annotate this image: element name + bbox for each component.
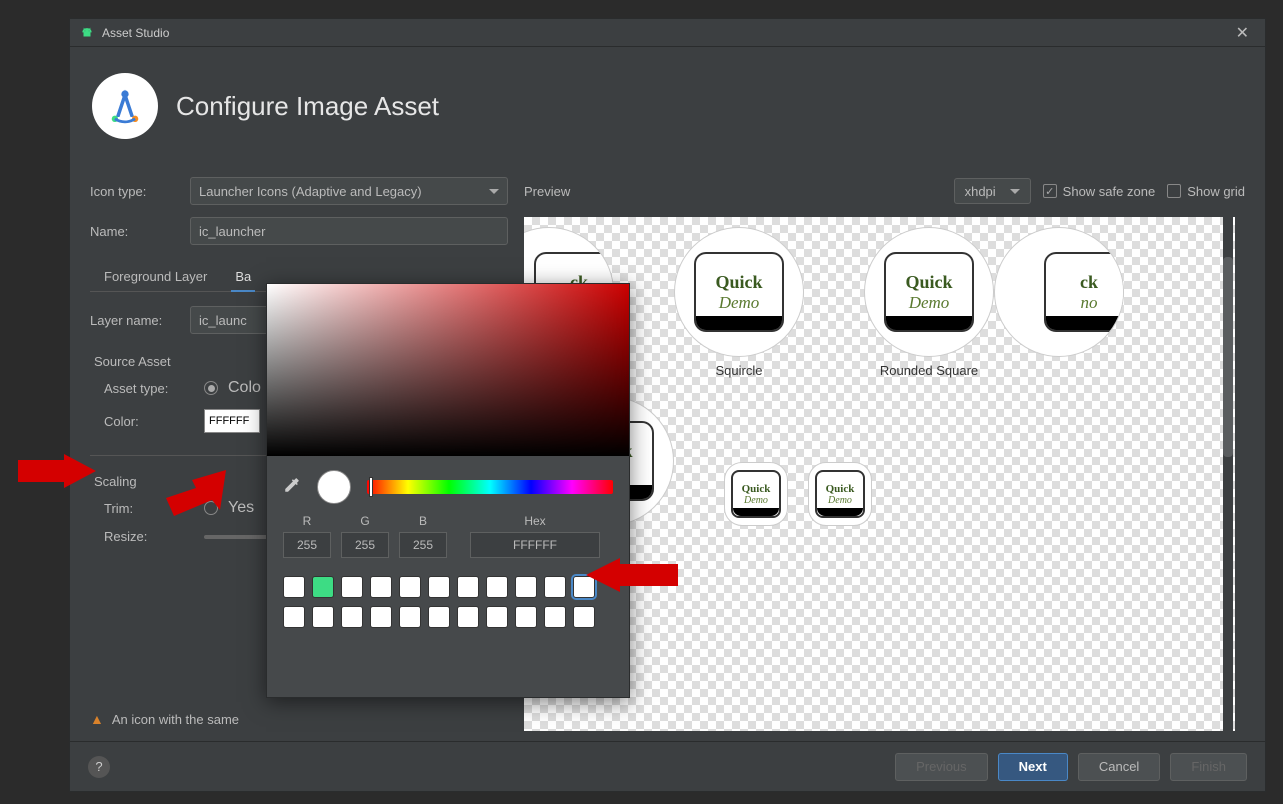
android-studio-logo-icon <box>103 84 147 128</box>
preview-item-squircle: QuickDemo Squircle <box>664 227 814 378</box>
eyedropper-icon[interactable] <box>283 476 301 499</box>
right-panel: Preview xhdpi Show safe zone Show grid <box>524 177 1245 731</box>
page-title: Configure Image Asset <box>176 91 439 122</box>
footer: ? Previous Next Cancel Finish <box>70 741 1265 791</box>
asset-type-label: Asset type: <box>104 381 204 396</box>
hue-slider[interactable] <box>367 480 613 494</box>
color-swatch[interactable] <box>515 576 537 598</box>
annotation-arrow <box>586 558 678 592</box>
asset-studio-dialog: Asset Studio ✕ Configure Image Asset Ico… <box>69 18 1266 792</box>
titlebar: Asset Studio ✕ <box>70 19 1265 47</box>
annotation-arrow <box>166 470 226 516</box>
color-swatch[interactable] <box>341 606 363 628</box>
show-grid-checkbox[interactable]: Show grid <box>1167 184 1245 199</box>
color-swatch[interactable] <box>515 606 537 628</box>
tab-foreground[interactable]: Foreground Layer <box>100 263 211 291</box>
window-title: Asset Studio <box>102 26 169 40</box>
color-swatch[interactable] <box>544 576 566 598</box>
hue-slider-thumb[interactable] <box>369 477 373 497</box>
icon-type-dropdown[interactable]: Launcher Icons (Adaptive and Legacy) <box>190 177 508 205</box>
color-swatch[interactable] <box>457 606 479 628</box>
color-swatch[interactable] <box>399 576 421 598</box>
preview-area: ckno QuickDemo Squircle QuickDemo Rounde… <box>524 217 1245 731</box>
safe-zone-checkbox[interactable]: Show safe zone <box>1043 184 1156 199</box>
preview-item-rounded: QuickDemo Rounded Square <box>854 227 1004 378</box>
preview-item: ckno <box>984 227 1134 378</box>
previous-button[interactable]: Previous <box>895 753 988 781</box>
asset-type-color-radio[interactable]: Colo <box>204 379 261 397</box>
header: Configure Image Asset <box>70 47 1265 165</box>
color-swatch[interactable] <box>312 606 334 628</box>
color-swatch[interactable] <box>312 576 334 598</box>
g-label: G <box>360 514 369 528</box>
warning-text: An icon with the same <box>112 712 239 727</box>
name-label: Name: <box>90 224 190 239</box>
content: Icon type: Launcher Icons (Adaptive and … <box>70 165 1265 741</box>
color-swatch[interactable] <box>341 576 363 598</box>
android-icon <box>80 26 94 40</box>
layer-name-label: Layer name: <box>90 313 190 328</box>
resize-label: Resize: <box>104 529 204 544</box>
color-swatch[interactable] <box>399 606 421 628</box>
color-picker-popup: R 255 G 255 B 255 Hex FFFFFF <box>266 283 630 698</box>
header-icon <box>92 73 158 139</box>
tab-background[interactable]: Ba <box>231 263 255 292</box>
color-swatch[interactable] <box>283 606 305 628</box>
preview-label: Preview <box>524 184 570 199</box>
color-swatch[interactable] <box>573 606 595 628</box>
hex-label: Hex <box>524 514 545 528</box>
color-swatch[interactable] <box>370 606 392 628</box>
color-label: Color: <box>104 414 204 429</box>
finish-button[interactable]: Finish <box>1170 753 1247 781</box>
color-swatch[interactable] <box>428 606 450 628</box>
color-swatch[interactable]: FFFFFF <box>204 409 260 433</box>
g-input[interactable]: 255 <box>341 532 389 558</box>
checkbox-icon <box>1043 184 1057 198</box>
swatch-grid <box>267 570 629 642</box>
color-swatch[interactable] <box>283 576 305 598</box>
close-icon[interactable]: ✕ <box>1230 23 1255 43</box>
chevron-down-icon <box>1010 189 1020 194</box>
checkbox-icon <box>1167 184 1181 198</box>
preview-header: Preview xhdpi Show safe zone Show grid <box>524 177 1245 205</box>
name-input[interactable]: ic_launcher <box>190 217 508 245</box>
preview-scrollbar[interactable] <box>1223 217 1233 731</box>
color-swatch[interactable] <box>544 606 566 628</box>
color-swatch[interactable] <box>457 576 479 598</box>
scrollbar-thumb[interactable] <box>1223 257 1233 457</box>
b-label: B <box>419 514 427 528</box>
next-button[interactable]: Next <box>998 753 1068 781</box>
preview-legacy-row: QuickDemo QuickDemo <box>724 456 872 526</box>
r-label: R <box>303 514 312 528</box>
color-swatch[interactable] <box>486 606 508 628</box>
density-dropdown[interactable]: xhdpi <box>954 178 1031 204</box>
saturation-value-field[interactable] <box>267 284 629 456</box>
color-swatch[interactable] <box>486 576 508 598</box>
icon-type-label: Icon type: <box>90 184 190 199</box>
b-input[interactable]: 255 <box>399 532 447 558</box>
annotation-arrow <box>18 454 96 488</box>
icon-type-value: Launcher Icons (Adaptive and Legacy) <box>199 184 422 199</box>
hex-input[interactable]: FFFFFF <box>470 532 600 558</box>
warning-row: ▲ An icon with the same <box>90 703 508 731</box>
color-swatch[interactable] <box>428 576 450 598</box>
chevron-down-icon <box>489 189 499 194</box>
radio-icon <box>204 381 218 395</box>
help-button[interactable]: ? <box>88 756 110 778</box>
cancel-button[interactable]: Cancel <box>1078 753 1160 781</box>
color-swatch[interactable] <box>370 576 392 598</box>
current-color-preview <box>317 470 351 504</box>
r-input[interactable]: 255 <box>283 532 331 558</box>
warning-icon: ▲ <box>90 711 104 727</box>
